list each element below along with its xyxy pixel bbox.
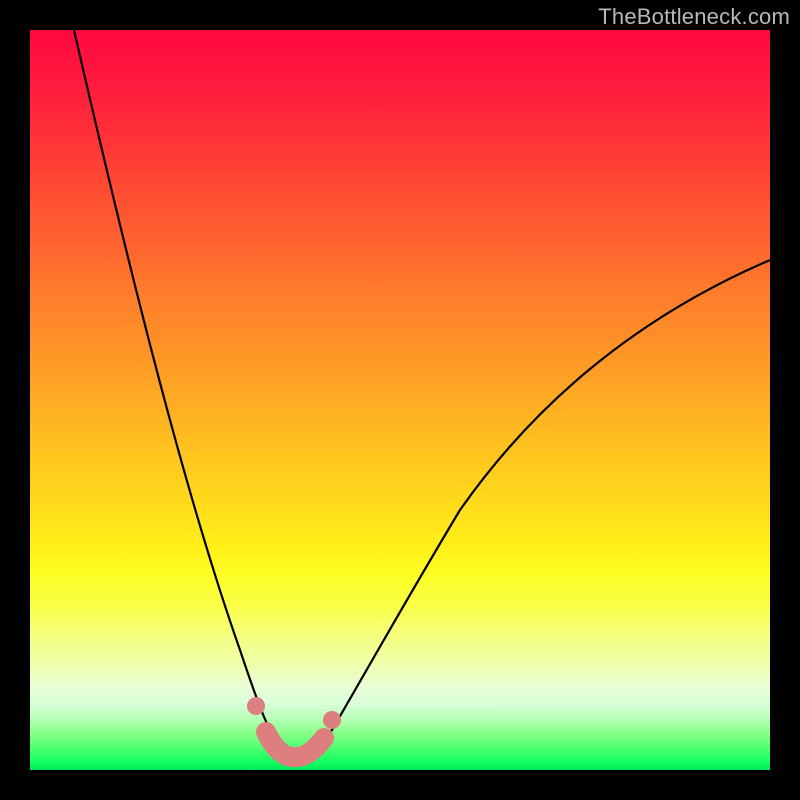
watermark-label: TheBottleneck.com xyxy=(598,4,790,30)
plot-area xyxy=(30,30,770,770)
marker-dot xyxy=(323,711,341,729)
marker-band xyxy=(266,732,324,757)
curve-layer xyxy=(30,30,770,770)
marker-dot xyxy=(247,697,265,715)
chart-frame: TheBottleneck.com xyxy=(0,0,800,800)
highlight-markers xyxy=(247,697,341,757)
bottleneck-curve xyxy=(74,30,770,756)
